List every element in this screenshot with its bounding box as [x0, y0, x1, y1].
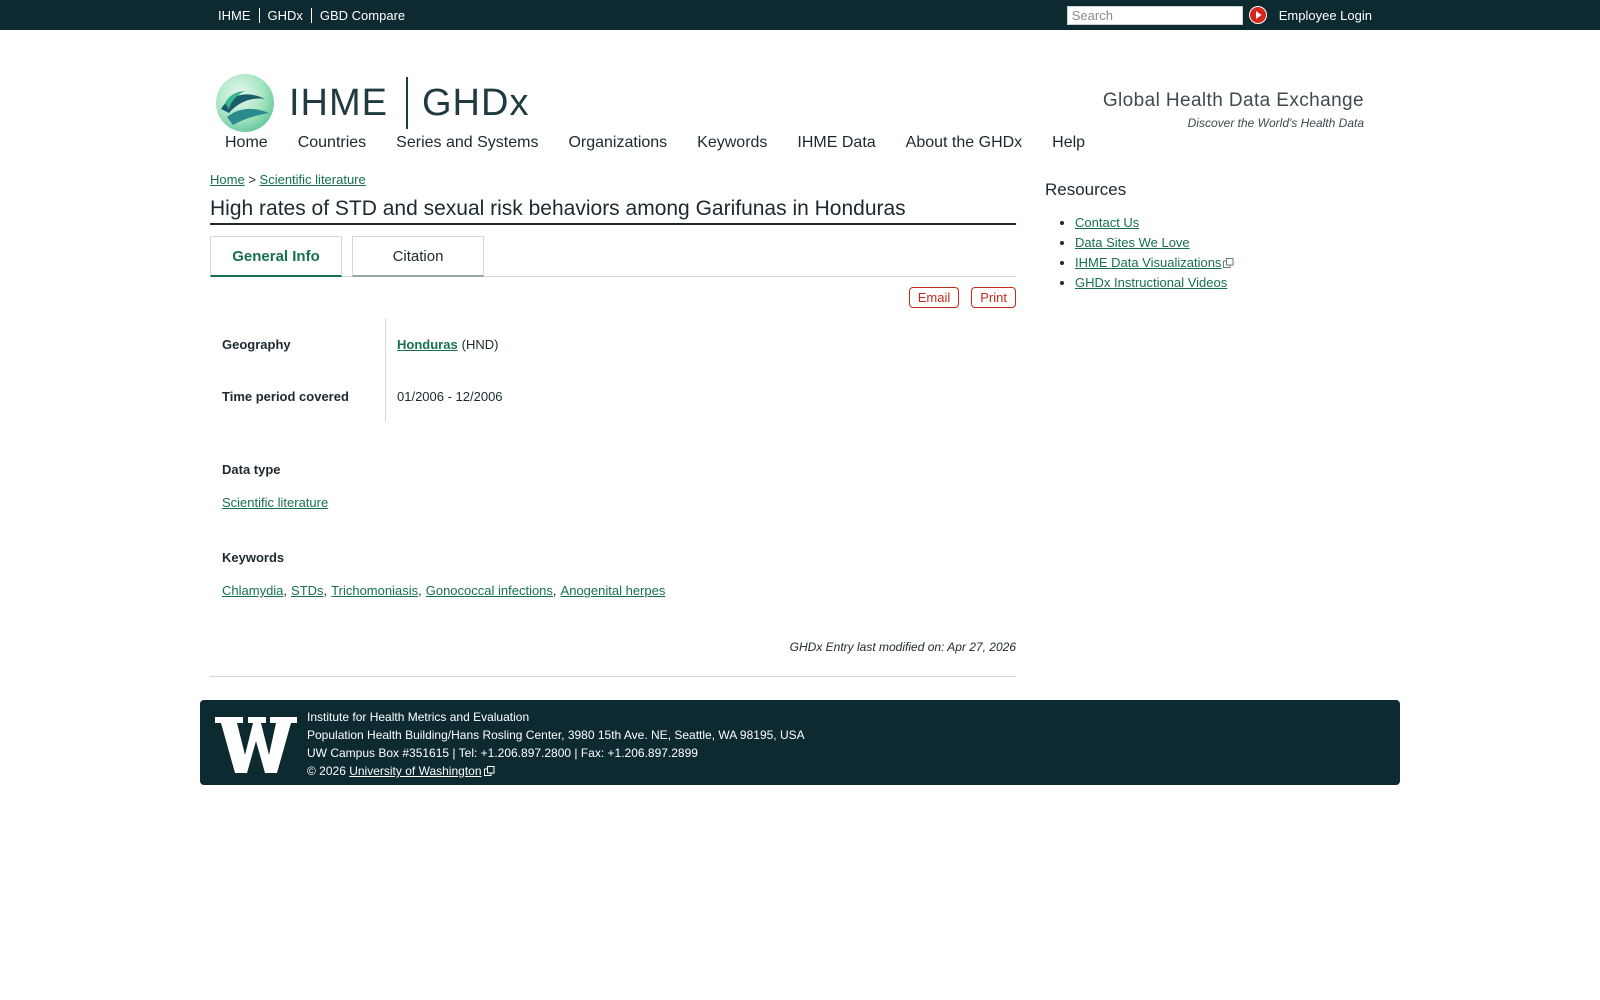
keywords-label: Keywords — [222, 550, 285, 565]
site-tagline: Global Health Data Exchange Discover the… — [1103, 90, 1364, 130]
external-link-icon — [1223, 258, 1234, 268]
print-button[interactable]: Print — [971, 287, 1016, 308]
tagline-title: Global Health Data Exchange — [1102, 90, 1364, 111]
uw-w-logo-icon — [215, 717, 297, 773]
top-link-ihme[interactable]: IHME — [213, 8, 259, 23]
info-table: Geography Honduras (HND) Time period cov… — [210, 318, 1016, 422]
keywords-list: Chlamydia, STDs, Trichomoniasis, Gonococcal… — [222, 583, 666, 598]
logo-ihme-text: IHME — [289, 81, 388, 124]
breadcrumb-separator: > — [248, 172, 256, 187]
top-links: IHME GHDx GBD Compare — [213, 7, 413, 23]
copyright-text: © 2026 — [307, 764, 346, 778]
resources-list: Contact Us Data Sites We Love IHME Data … — [1045, 215, 1305, 290]
content-divider — [210, 676, 1016, 677]
play-arrow-icon — [1249, 7, 1266, 23]
nav-organizations[interactable]: Organizations — [553, 131, 682, 155]
top-bar: IHME GHDx GBD Compare Employee Login — [0, 0, 1600, 30]
nav-help[interactable]: Help — [1037, 131, 1100, 155]
nav-countries[interactable]: Countries — [283, 131, 381, 155]
nav-ihme-data[interactable]: IHME Data — [782, 131, 890, 155]
data-type-link[interactable]: Scientific literature — [222, 495, 328, 510]
list-item: Data Sites We Love — [1075, 235, 1305, 250]
logo-divider — [406, 77, 408, 129]
time-period-value: 01/2006 - 12/2006 — [385, 370, 1016, 422]
site-footer: Institute for Health Metrics and Evaluat… — [200, 700, 1400, 785]
geography-code: (HND) — [461, 336, 499, 352]
data-type-section: Data type Scientific literature — [210, 462, 1016, 510]
breadcrumb: Home > Scientific literature — [210, 172, 1016, 187]
resources-sidebar: Resources Contact Us Data Sites We Love … — [1045, 180, 1305, 295]
last-modified-text: GHDx Entry last modified on: Apr 27, 202… — [789, 640, 1016, 654]
site-header: IHME GHDx Global Health Data Exchange Di… — [0, 30, 1600, 133]
nav-keywords[interactable]: Keywords — [682, 131, 782, 155]
breadcrumb-home[interactable]: Home — [210, 172, 245, 187]
nav-series-and-systems[interactable]: Series and Systems — [381, 131, 553, 155]
top-link-ghdx[interactable]: GHDx — [260, 8, 311, 23]
nav-home[interactable]: Home — [210, 131, 283, 155]
geography-label: Geography — [222, 336, 291, 352]
search-submit-button[interactable] — [1248, 6, 1267, 24]
geography-link-honduras[interactable]: Honduras — [397, 337, 458, 352]
employee-login-link[interactable]: Employee Login — [1279, 8, 1372, 23]
footer-contact: UW Campus Box #351615 | Tel: +1.206.897.… — [307, 746, 698, 760]
keywords-section: Keywords Chlamydia, STDs, Trichomoniasis, G… — [210, 550, 1016, 598]
time-period-label: Time period covered — [222, 388, 349, 404]
email-button[interactable]: Email — [908, 287, 960, 308]
resource-link-ihme-viz[interactable]: IHME Data Visualizations — [1075, 255, 1221, 270]
top-link-gbd-compare[interactable]: GBD Compare — [312, 8, 413, 23]
action-buttons: Email Print — [210, 287, 1016, 308]
footer-org-name: Institute for Health Metrics and Evaluat… — [307, 710, 530, 724]
keyword-link[interactable]: Anogenital herpes — [561, 583, 666, 598]
page-title: High rates of STD and sexual risk behavi… — [210, 197, 1016, 225]
uw-link[interactable]: University of Washington — [349, 764, 481, 778]
tab-bar: General Info Citation — [210, 236, 1016, 277]
resource-link-data-sites[interactable]: Data Sites We Love — [1075, 235, 1190, 250]
tab-general-info[interactable]: General Info — [210, 236, 342, 277]
footer-copyright: © 2026 University of Washington — [307, 762, 805, 780]
keyword-link[interactable]: Trichomoniasis — [331, 583, 418, 598]
breadcrumb-scientific-literature[interactable]: Scientific literature — [260, 172, 366, 187]
search-input[interactable] — [1066, 5, 1243, 25]
footer-text: Institute for Health Metrics and Evaluat… — [307, 708, 805, 780]
keyword-link[interactable]: STDs — [291, 583, 324, 598]
logo-ghdx-text: GHDx — [422, 81, 530, 124]
keyword-link[interactable]: Chlamydia — [222, 583, 283, 598]
main-navigation: Home Countries Series and Systems Organi… — [210, 131, 1100, 155]
external-link-icon — [483, 766, 494, 776]
list-item: IHME Data Visualizations — [1075, 255, 1305, 270]
footer-address: Population Health Building/Hans Rosling … — [307, 728, 805, 742]
main-content: Home > Scientific literature High rates … — [210, 172, 1016, 677]
list-item: Contact Us — [1075, 215, 1305, 230]
list-item: GHDx Instructional Videos — [1075, 275, 1305, 290]
resource-link-contact-us[interactable]: Contact Us — [1075, 215, 1139, 230]
ihme-leaf-logo-icon — [216, 74, 274, 132]
geography-value: Honduras (HND) — [385, 318, 1016, 370]
tab-citation[interactable]: Citation — [352, 236, 484, 277]
data-type-label: Data type — [222, 462, 281, 477]
resources-title: Resources — [1045, 180, 1127, 199]
resource-link-videos[interactable]: GHDx Instructional Videos — [1075, 275, 1227, 290]
site-logo[interactable]: IHME GHDx — [215, 73, 529, 133]
nav-about-the-ghdx[interactable]: About the GHDx — [891, 131, 1038, 155]
keyword-link[interactable]: Gonococcal infections — [426, 583, 553, 598]
tagline-subtitle: Discover the World's Health Data — [1187, 116, 1364, 130]
